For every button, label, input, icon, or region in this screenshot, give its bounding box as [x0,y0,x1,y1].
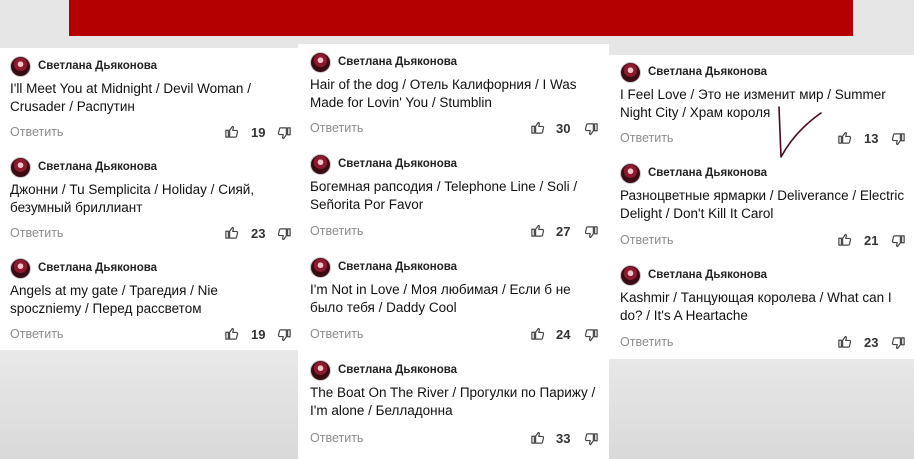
reply-button[interactable]: Ответить [310,327,363,341]
comment-text: The Boat On The River / Прогулки по Пари… [310,385,596,418]
comment-actions: Ответить 21 [609,231,914,251]
author-name[interactable]: Светлана Дьяконова [338,158,457,170]
thumbs-up-icon[interactable] [837,130,852,145]
reply-button[interactable]: Ответить [310,121,363,135]
like-count: 23 [251,226,266,241]
header-banner [69,0,853,36]
author-name[interactable]: Светлана Дьяконова [338,261,457,273]
thumbs-down-icon[interactable] [584,225,599,240]
handwritten-checkmark [778,106,822,158]
avatar[interactable] [620,264,641,286]
thumbs-up-icon[interactable] [224,124,239,139]
author-name[interactable]: Светлана Дьяконова [38,161,157,173]
comment-actions: Ответить 23 [0,224,298,244]
like-count: 24 [556,327,571,342]
thumbs-down-icon[interactable] [277,328,292,343]
author-name[interactable]: Светлана Дьяконова [648,269,767,281]
comment-author[interactable]: Светлана Дьяконова [310,51,457,73]
comment-actions: Ответить 19 [0,123,298,143]
comment-actions: Ответить 33 [298,429,609,449]
thumbs-up-icon[interactable] [837,334,852,349]
comment-author[interactable]: Светлана Дьяконова [620,61,767,83]
like-count: 30 [556,121,571,136]
avatar[interactable] [620,61,641,83]
comment-author[interactable]: Светлана Дьяконова [10,257,157,279]
reply-button[interactable]: Ответить [620,131,673,145]
comment-actions: Ответить 19 [0,325,298,345]
thumbs-up-icon[interactable] [530,430,545,445]
avatar[interactable] [310,256,331,278]
avatar[interactable] [10,257,31,279]
comment-text: I Feel Love / Это не изменит мир / Summe… [620,87,886,120]
like-count: 21 [864,233,879,248]
reply-button[interactable]: Ответить [10,327,63,341]
thumbs-down-icon[interactable] [584,328,599,343]
comment-actions: Ответить 24 [298,325,609,345]
comment-author[interactable]: Светлана Дьяконова [10,55,157,77]
like-count: 13 [864,131,879,146]
like-count: 19 [251,327,266,342]
author-name[interactable]: Светлана Дьяконова [338,364,457,376]
comment-actions: Ответить 27 [298,222,609,242]
thumbs-down-icon[interactable] [277,227,292,242]
avatar[interactable] [10,156,31,178]
comment-column-1: Светлана Дьяконова I'll Meet You at Midn… [0,48,298,350]
comment-text: Hair of the dog / Отель Калифорния / I W… [310,77,577,110]
comment-text: Разноцветные ярмарки / Deliverance / Ele… [620,188,905,221]
comment-author[interactable]: Светлана Дьяконова [620,264,767,286]
reply-button[interactable]: Ответить [10,125,63,139]
reply-button[interactable]: Ответить [620,335,673,349]
comment-text: Kashmir / Танцующая королева / What can … [620,290,892,323]
comment-actions: Ответить 13 [609,129,914,149]
avatar[interactable] [310,359,331,381]
thumbs-up-icon[interactable] [224,326,239,341]
like-count: 33 [556,431,571,446]
avatar[interactable] [620,162,641,184]
comment-author[interactable]: Светлана Дьяконова [10,156,157,178]
thumbs-up-icon[interactable] [530,223,545,238]
thumbs-down-icon[interactable] [891,234,906,249]
avatar[interactable] [10,55,31,77]
thumbs-up-icon[interactable] [224,225,239,240]
comment-text: I'm Not in Love / Моя любимая / Если б н… [310,282,571,315]
author-name[interactable]: Светлана Дьяконова [338,56,457,68]
thumbs-up-icon[interactable] [530,120,545,135]
author-name[interactable]: Светлана Дьяконова [38,60,157,72]
like-count: 19 [251,125,266,140]
avatar[interactable] [310,153,331,175]
comment-author[interactable]: Светлана Дьяконова [310,359,457,381]
avatar[interactable] [310,51,331,73]
comment-author[interactable]: Светлана Дьяконова [310,153,457,175]
comment-text: Angels at my gate / Трагедия / Nie spocz… [10,283,218,316]
thumbs-up-icon[interactable] [837,232,852,247]
comment-text: I'll Meet You at Midnight / Devil Woman … [10,81,251,114]
comment-actions: Ответить 23 [609,333,914,353]
comment-text: Богемная рапсодия / Telephone Line / Sol… [310,179,578,212]
comment-actions: Ответить 30 [298,119,609,139]
comment-column-2: Светлана Дьяконова Hair of the dog / Оте… [298,44,609,459]
like-count: 23 [864,335,879,350]
thumbs-down-icon[interactable] [891,132,906,147]
thumbs-down-icon[interactable] [584,432,599,447]
comment-text: Джонни / Tu Semplicita / Holiday / Сияй,… [10,182,255,215]
reply-button[interactable]: Ответить [310,224,363,238]
author-name[interactable]: Светлана Дьяконова [38,262,157,274]
reply-button[interactable]: Ответить [310,431,363,445]
author-name[interactable]: Светлана Дьяконова [648,167,767,179]
thumbs-down-icon[interactable] [584,122,599,137]
thumbs-down-icon[interactable] [277,126,292,141]
comment-author[interactable]: Светлана Дьяконова [310,256,457,278]
author-name[interactable]: Светлана Дьяконова [648,66,767,78]
comment-author[interactable]: Светлана Дьяконова [620,162,767,184]
thumbs-up-icon[interactable] [530,326,545,341]
like-count: 27 [556,224,571,239]
comment-column-3: Светлана Дьяконова I Feel Love / Это не … [609,55,914,359]
thumbs-down-icon[interactable] [891,336,906,351]
reply-button[interactable]: Ответить [10,226,63,240]
reply-button[interactable]: Ответить [620,233,673,247]
